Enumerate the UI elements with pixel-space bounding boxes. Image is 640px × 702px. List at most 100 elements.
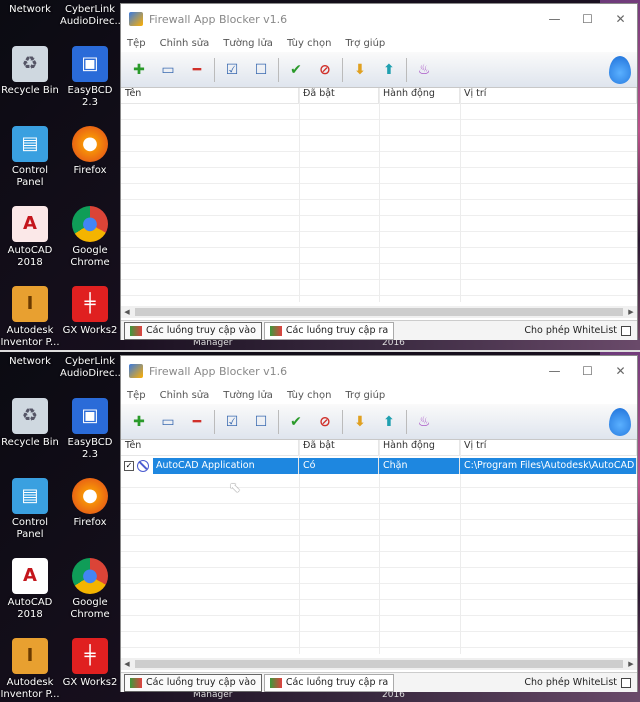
uncheck-icon[interactable]: ☐ xyxy=(249,410,273,434)
desktop-icon-chrome[interactable]: ● Google Chrome xyxy=(60,558,120,621)
horizontal-scrollbar[interactable]: ◀ ▶ xyxy=(121,658,637,670)
desktop-icon-control-panel[interactable]: ▤ Control Panel xyxy=(0,478,60,541)
autocad-icon: A xyxy=(12,558,48,594)
export-icon[interactable]: ⬆ xyxy=(377,410,401,434)
desktop-icon-network[interactable]: Network xyxy=(0,4,60,16)
menu-help[interactable]: Trợ giúp xyxy=(345,390,385,401)
control-panel-icon: ▤ xyxy=(12,478,48,514)
scroll-thumb[interactable] xyxy=(135,660,623,668)
col-name[interactable]: Tên xyxy=(121,440,299,455)
easybcd-icon: ▣ xyxy=(72,398,108,434)
desktop-icon-gxworks[interactable]: ╪ GX Works2 xyxy=(60,638,120,689)
row-enabled: Có xyxy=(299,458,379,474)
desktop-icon-recycle-bin[interactable]: ♻ Recycle Bin xyxy=(0,46,60,97)
horizontal-scrollbar[interactable]: ◀ ▶ xyxy=(121,306,637,318)
allow-icon[interactable]: ✔ xyxy=(284,410,308,434)
desktop-icon-firefox[interactable]: ● Firefox xyxy=(60,126,120,177)
desktop-icon-firefox[interactable]: ● Firefox xyxy=(60,478,120,529)
desktop-icon-cyberlink[interactable]: CyberLink AudioDirec... xyxy=(60,4,124,28)
drop-icon xyxy=(609,407,631,436)
firewall-icon[interactable]: ♨ xyxy=(412,58,436,82)
allow-icon[interactable]: ✔ xyxy=(284,58,308,82)
maximize-icon[interactable]: ☐ xyxy=(571,364,604,378)
minimize-icon[interactable]: — xyxy=(538,12,571,26)
col-name[interactable]: Tên xyxy=(121,88,299,103)
tab-outbound[interactable]: Các luồng truy cập ra xyxy=(263,673,395,692)
col-location[interactable]: Vị trí xyxy=(460,440,637,455)
check-all-icon[interactable]: ☑ xyxy=(220,58,244,82)
import-icon[interactable]: ⬇ xyxy=(348,410,372,434)
menu-bar: Tệp Chỉnh sửa Tường lửa Tùy chọn Trợ giú… xyxy=(121,34,637,52)
toolbar: ✚ ▭ ━ ☑ ☐ ✔ ⊘ ⬇ ⬆ ♨ xyxy=(121,52,637,88)
maximize-icon[interactable]: ☐ xyxy=(571,12,604,26)
check-all-icon[interactable]: ☑ xyxy=(220,410,244,434)
menu-edit[interactable]: Chỉnh sửa xyxy=(160,390,210,401)
menu-firewall[interactable]: Tường lửa xyxy=(223,38,273,49)
scroll-left-icon[interactable]: ◀ xyxy=(121,308,133,316)
desktop-icon-recycle-bin[interactable]: ♻ Recycle Bin xyxy=(0,398,60,449)
uncheck-icon[interactable]: ☐ xyxy=(249,58,273,82)
col-enabled[interactable]: Đã bật xyxy=(299,440,379,455)
menu-options[interactable]: Tùy chọn xyxy=(287,390,331,401)
close-icon[interactable]: ✕ xyxy=(604,12,637,26)
add-icon[interactable]: ✚ xyxy=(127,410,151,434)
whitelist-toggle[interactable]: Cho phép WhiteList xyxy=(524,325,631,336)
whitelist-checkbox[interactable] xyxy=(621,677,631,688)
tab-outbound[interactable]: Các luồng truy cập ra xyxy=(263,321,395,340)
col-action[interactable]: Hành động xyxy=(379,440,460,455)
firewall-icon[interactable]: ♨ xyxy=(412,410,436,434)
import-icon[interactable]: ⬇ xyxy=(348,58,372,82)
inbound-icon xyxy=(130,677,142,688)
desktop-icon-easybcd[interactable]: ▣ EasyBCD 2.3 xyxy=(60,46,120,109)
remove-icon[interactable]: ━ xyxy=(185,58,209,82)
menu-help[interactable]: Trợ giúp xyxy=(345,38,385,49)
gxworks-icon: ╪ xyxy=(72,286,108,322)
scroll-right-icon[interactable]: ▶ xyxy=(625,660,637,668)
desktop-icon-easybcd[interactable]: ▣ EasyBCD 2.3 xyxy=(60,398,120,461)
menu-options[interactable]: Tùy chọn xyxy=(287,38,331,49)
col-enabled[interactable]: Đã bật xyxy=(299,88,379,103)
close-icon[interactable]: ✕ xyxy=(604,364,637,378)
export-icon[interactable]: ⬆ xyxy=(377,58,401,82)
menu-file[interactable]: Tệp xyxy=(127,390,146,401)
desktop-icon-network[interactable]: Network xyxy=(0,356,60,368)
desktop-icon-gxworks[interactable]: ╪ GX Works2 xyxy=(60,286,120,337)
block-icon[interactable]: ⊘ xyxy=(313,410,337,434)
inbound-icon xyxy=(130,325,142,336)
menu-edit[interactable]: Chỉnh sửa xyxy=(160,38,210,49)
table-row[interactable]: ✓ AutoCAD Application Có Chặn C:\Program … xyxy=(121,458,637,474)
minimize-icon[interactable]: — xyxy=(538,364,571,378)
desktop-icon-autocad[interactable]: A AutoCAD 2018 xyxy=(0,558,60,621)
col-location[interactable]: Vị trí xyxy=(460,88,637,103)
inventor-icon: I xyxy=(12,638,48,674)
whitelist-checkbox[interactable] xyxy=(621,325,631,336)
app-list: Tên Đã bật Hành động Vị trí ✓ AutoCAD App… xyxy=(121,440,637,654)
scroll-left-icon[interactable]: ◀ xyxy=(121,660,133,668)
desktop-icon-autocad[interactable]: A AutoCAD 2018 xyxy=(0,206,60,269)
whitelist-toggle[interactable]: Cho phép WhiteList xyxy=(524,677,631,688)
chrome-icon: ● xyxy=(72,558,108,594)
scroll-right-icon[interactable]: ▶ xyxy=(625,308,637,316)
add-icon[interactable]: ✚ xyxy=(127,58,151,82)
block-icon[interactable]: ⊘ xyxy=(313,58,337,82)
desktop-icon-inventor[interactable]: I Autodesk Inventor P... xyxy=(0,638,60,701)
tab-inbound[interactable]: Các luồng truy cập vào xyxy=(124,673,262,692)
monitor-icon[interactable]: ▭ xyxy=(156,410,180,434)
menu-firewall[interactable]: Tường lửa xyxy=(223,390,273,401)
remove-icon[interactable]: ━ xyxy=(185,410,209,434)
desktop-icon-cyberlink[interactable]: CyberLink AudioDirec... xyxy=(60,356,124,380)
row-app-name: AutoCAD Application xyxy=(153,458,298,474)
row-checkbox[interactable]: ✓ xyxy=(124,461,134,471)
monitor-icon[interactable]: ▭ xyxy=(156,58,180,82)
scroll-thumb[interactable] xyxy=(135,308,623,316)
outbound-icon xyxy=(269,677,282,688)
desktop-icon-chrome[interactable]: ● Google Chrome xyxy=(60,206,120,269)
autocad-icon: A xyxy=(12,206,48,242)
tab-inbound[interactable]: Các luồng truy cập vào xyxy=(124,321,262,340)
easybcd-icon: ▣ xyxy=(72,46,108,82)
menu-file[interactable]: Tệp xyxy=(127,38,146,49)
col-action[interactable]: Hành động xyxy=(379,88,460,103)
desktop-icon-inventor[interactable]: I Autodesk Inventor P... xyxy=(0,286,60,349)
desktop-icon-control-panel[interactable]: ▤ Control Panel xyxy=(0,126,60,189)
inventor-icon: I xyxy=(12,286,48,322)
